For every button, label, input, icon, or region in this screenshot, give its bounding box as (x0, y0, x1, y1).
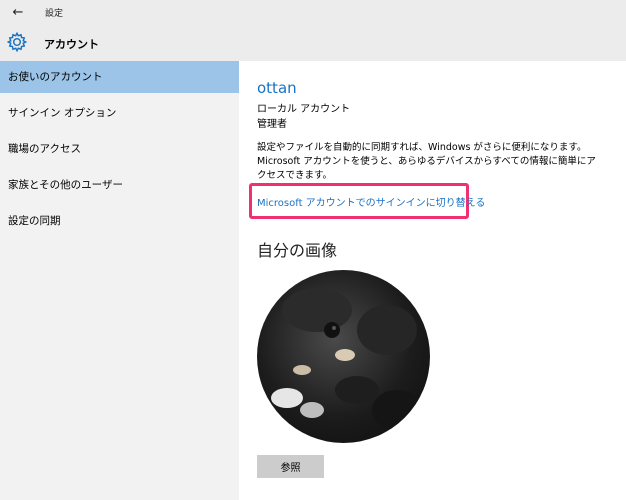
gear-icon (6, 31, 28, 53)
window-title: 設定 (45, 9, 64, 19)
picture-heading: 自分の画像 (257, 241, 338, 260)
account-description: 設定やファイルを自動的に同期すれば、Windows がさらに便利になります。Mi… (257, 142, 596, 181)
title-bar: ← 設定 (0, 0, 626, 25)
page-title: アカウント (44, 38, 99, 51)
account-role: 管理者 (257, 119, 287, 130)
sidebar-item-your-account[interactable]: お使いのアカウント (0, 61, 239, 93)
sidebar: お使いのアカウント サインイン オプション 職場のアクセス 家族とその他のユーザ… (0, 61, 239, 500)
sidebar-item-sign-in-options[interactable]: サインイン オプション (0, 97, 239, 129)
dog-photo (271, 288, 422, 430)
account-type: ローカル アカウント (257, 104, 351, 115)
back-button[interactable]: ← (8, 2, 28, 22)
page-header: アカウント (0, 25, 626, 61)
account-username: ottan (257, 79, 297, 97)
sidebar-item-family-users[interactable]: 家族とその他のユーザー (0, 169, 239, 201)
sidebar-item-sync-settings[interactable]: 設定の同期 (0, 205, 239, 237)
arrow-left-icon: ← (12, 4, 24, 20)
browse-button[interactable]: 参照 (257, 455, 324, 478)
avatar (257, 270, 430, 443)
main-content: ottan ローカル アカウント 管理者 設定やファイルを自動的に同期すれば、W… (239, 61, 626, 500)
switch-to-microsoft-account-link[interactable]: Microsoft アカウントでのサインインに切り替える (257, 194, 485, 209)
sidebar-item-work-access[interactable]: 職場のアクセス (0, 133, 239, 165)
